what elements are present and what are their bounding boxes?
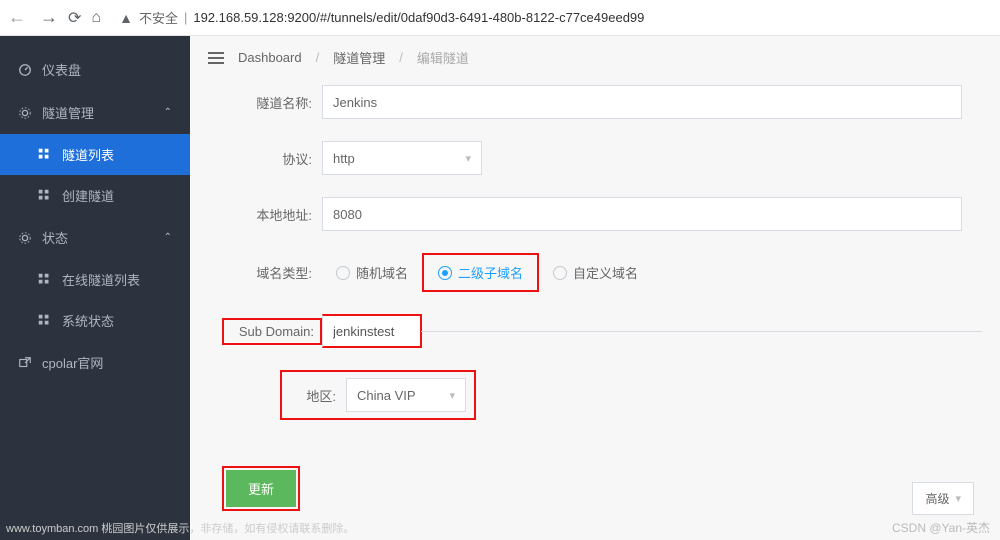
sidebar-item-tunnels[interactable]: 隧道管理 ⌃ <box>0 91 190 134</box>
menu-toggle-icon[interactable] <box>208 52 224 64</box>
radio-icon <box>438 266 452 280</box>
crumb-dashboard[interactable]: Dashboard <box>238 50 302 65</box>
sidebar-label: 在线隧道列表 <box>62 270 140 289</box>
sidebar-item-dashboard[interactable]: 仪表盘 <box>0 48 190 91</box>
grid-icon <box>38 148 52 162</box>
crumb-edit: 编辑隧道 <box>417 48 469 67</box>
insecure-label: 不安全 <box>139 8 178 27</box>
sidebar-label: 隧道列表 <box>62 145 114 164</box>
external-link-icon <box>18 356 32 370</box>
domain-type-custom[interactable]: 自定义域名 <box>539 255 652 290</box>
grid-icon <box>38 273 52 287</box>
tunnel-name-label: 隧道名称: <box>222 93 322 112</box>
subdomain-input[interactable] <box>333 324 410 339</box>
home-icon[interactable]: ⌂ <box>91 9 101 27</box>
crumb-tunnels[interactable]: 隧道管理 <box>333 48 385 67</box>
breadcrumb: Dashboard / 隧道管理 / 编辑隧道 <box>208 48 982 67</box>
sidebar-label: 仪表盘 <box>42 60 81 79</box>
domain-type-label: 域名类型: <box>222 263 322 282</box>
chevron-down-icon: ▾ <box>465 152 471 165</box>
sidebar-item-cpolar[interactable]: cpolar官网 <box>0 341 190 384</box>
forward-icon[interactable]: → <box>40 7 58 28</box>
grid-icon <box>38 314 52 328</box>
region-label: 地区: <box>290 386 346 405</box>
radio-icon <box>336 266 350 280</box>
reload-icon[interactable]: ⟳ <box>68 8 81 28</box>
sidebar-item-online-list[interactable]: 在线隧道列表 <box>0 259 190 300</box>
sidebar: 仪表盘 隧道管理 ⌃ 隧道列表 创建隧道 <box>0 36 190 540</box>
gear-icon <box>18 231 32 245</box>
subdomain-label: Sub Domain: <box>222 318 322 345</box>
domain-type-random[interactable]: 随机域名 <box>322 255 422 290</box>
protocol-select[interactable]: http ▾ <box>322 141 482 175</box>
chevron-up-icon: ⌃ <box>164 232 172 243</box>
grid-icon <box>38 189 52 203</box>
sidebar-label: 系统状态 <box>62 311 114 330</box>
gauge-icon <box>18 63 32 77</box>
chevron-down-icon: ▾ <box>955 492 961 505</box>
sidebar-item-status[interactable]: 状态 ⌃ <box>0 216 190 259</box>
main-content: Dashboard / 隧道管理 / 编辑隧道 隧道名称: Jenkins 协议… <box>190 36 1000 540</box>
advanced-button[interactable]: 高级 ▾ <box>912 482 974 515</box>
sidebar-label: 隧道管理 <box>42 103 94 122</box>
sidebar-label: cpolar官网 <box>42 353 103 372</box>
local-addr-input[interactable]: 8080 <box>322 197 962 231</box>
local-addr-label: 本地地址: <box>222 205 322 224</box>
chevron-down-icon: ▾ <box>449 389 455 402</box>
protocol-label: 协议: <box>222 149 322 168</box>
update-button[interactable]: 更新 <box>226 470 296 507</box>
warning-icon: ▲ <box>119 10 133 26</box>
radio-icon <box>553 266 567 280</box>
sidebar-item-system-status[interactable]: 系统状态 <box>0 300 190 341</box>
csdn-watermark: CSDN @Yan-英杰 <box>892 519 990 536</box>
tunnel-name-input[interactable]: Jenkins <box>322 85 962 119</box>
footer-left: www.toymban.com 桃园图片仅供展示，非存储，如有侵权请联系删除。 <box>6 520 354 536</box>
domain-type-subdomain[interactable]: 二级子域名 <box>422 253 539 292</box>
sidebar-item-create-tunnel[interactable]: 创建隧道 <box>0 175 190 216</box>
sidebar-label: 状态 <box>42 228 68 247</box>
back-icon[interactable]: ← <box>8 7 26 28</box>
url-bar[interactable]: ▲ 不安全 | 192.168.59.128:9200/#/tunnels/ed… <box>111 4 992 32</box>
sidebar-item-tunnel-list[interactable]: 隧道列表 <box>0 134 190 175</box>
sidebar-label: 创建隧道 <box>62 186 114 205</box>
gear-icon <box>18 106 32 120</box>
url-text: 192.168.59.128:9200/#/tunnels/edit/0daf9… <box>193 10 644 25</box>
chevron-up-icon: ⌃ <box>164 107 172 118</box>
region-select[interactable]: China VIP ▾ <box>346 378 466 412</box>
